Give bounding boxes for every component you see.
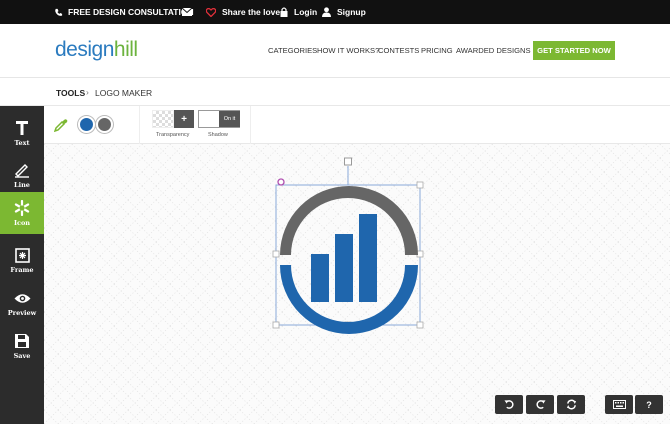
logo-bar-2 <box>335 234 353 302</box>
nav-pricing[interactable]: PRICING <box>421 46 453 55</box>
sidebar-item-text[interactable]: Text <box>0 112 44 154</box>
rotate-handle[interactable] <box>344 157 352 166</box>
sidebar-item-preview[interactable]: Preview <box>0 282 44 324</box>
color-swatch-gray[interactable] <box>96 116 113 133</box>
keyboard-icon <box>612 400 626 409</box>
email-link[interactable] <box>182 0 192 24</box>
breadcrumb-separator: › <box>86 87 89 97</box>
line-icon <box>15 164 29 178</box>
design-canvas[interactable]: ? <box>44 144 670 424</box>
logo-hill-text: hill <box>113 38 138 61</box>
redo-icon <box>536 400 546 409</box>
shadow-toggle[interactable]: On it <box>198 110 240 128</box>
eye-icon <box>14 293 30 303</box>
free-consultation-label: FREE DESIGN CONSULTATION <box>68 7 194 17</box>
transparency-preview <box>152 110 174 128</box>
transparency-button[interactable]: + <box>174 110 194 128</box>
undo-button[interactable] <box>495 395 523 414</box>
sidebar-label-icon: Icon <box>13 219 31 227</box>
shadow-label: Shadow <box>208 132 228 138</box>
share-label: Share the love <box>222 7 281 17</box>
envelope-icon <box>182 8 192 16</box>
share-link[interactable]: Share the love <box>206 0 280 24</box>
logo-bar-3 <box>359 214 377 302</box>
sidebar-label-text: Text <box>14 139 30 147</box>
transparency-label: Transparency <box>156 132 190 138</box>
text-icon <box>16 121 28 135</box>
phone-icon <box>55 8 63 16</box>
user-icon <box>322 7 331 17</box>
login-label: Login <box>294 7 318 17</box>
color-swatch-blue[interactable] <box>78 116 95 133</box>
asterisk-icon <box>14 200 30 216</box>
eyedropper-icon[interactable] <box>54 118 68 132</box>
lock-icon <box>280 7 288 17</box>
logo-graphic <box>280 186 418 334</box>
toolbar-divider <box>139 106 140 144</box>
sidebar-label-frame: Frame <box>10 266 34 274</box>
designhill-logo[interactable]: designhill <box>55 38 138 62</box>
sidebar-item-save[interactable]: Save <box>0 325 44 367</box>
logo-design-text: design <box>55 38 114 61</box>
sidebar-label-save: Save <box>13 352 31 360</box>
selected-logo[interactable] <box>266 156 466 356</box>
refresh-button[interactable] <box>557 395 585 414</box>
top-bar: FREE DESIGN CONSULTATION Share the love … <box>0 0 670 24</box>
frame-icon <box>14 247 30 263</box>
breadcrumb-tools[interactable]: TOOLS <box>56 88 85 98</box>
heart-icon <box>206 7 216 17</box>
toolbar-divider-2 <box>250 106 251 144</box>
logo-bar-1 <box>311 254 329 302</box>
keyboard-shortcuts-button[interactable] <box>605 395 633 414</box>
free-consultation-link[interactable]: FREE DESIGN CONSULTATION <box>54 0 194 24</box>
nav-awarded-designs[interactable]: AWARDED DESIGNS <box>456 46 531 55</box>
help-button[interactable]: ? <box>635 395 663 414</box>
sidebar-item-line[interactable]: Line <box>0 154 44 196</box>
signup-label: Signup <box>337 7 366 17</box>
nav-categories[interactable]: CATEGORIES <box>268 46 317 55</box>
floppy-icon <box>15 334 29 348</box>
redo-button[interactable] <box>526 395 554 414</box>
breadcrumb: TOOLS › LOGO MAKER <box>0 78 670 106</box>
signup-link[interactable]: Signup <box>322 0 366 24</box>
nav-how-it-works[interactable]: HOW IT WORKS? <box>317 46 379 55</box>
sidebar-item-frame[interactable]: Frame <box>0 239 44 281</box>
undo-icon <box>503 400 513 409</box>
login-link[interactable]: Login <box>280 0 317 24</box>
sidebar-label-preview: Preview <box>7 309 37 317</box>
sidebar-label-line: Line <box>14 181 30 189</box>
breadcrumb-current: LOGO MAKER <box>95 88 153 98</box>
get-started-button[interactable]: GET STARTED NOW <box>533 41 615 60</box>
sidebar-item-icon[interactable]: Icon <box>0 192 44 234</box>
nav-contests[interactable]: CONTESTS <box>378 46 419 55</box>
site-header: designhill CATEGORIES HOW IT WORKS? CONT… <box>0 24 670 78</box>
refresh-icon <box>566 399 576 410</box>
shadow-toggle-state: On it <box>219 111 240 127</box>
editor-toolbar: + Transparency On it Shadow <box>44 106 670 144</box>
remove-handle[interactable] <box>277 178 285 186</box>
tool-sidebar: Text Line Icon Frame Preview Save <box>0 106 44 424</box>
